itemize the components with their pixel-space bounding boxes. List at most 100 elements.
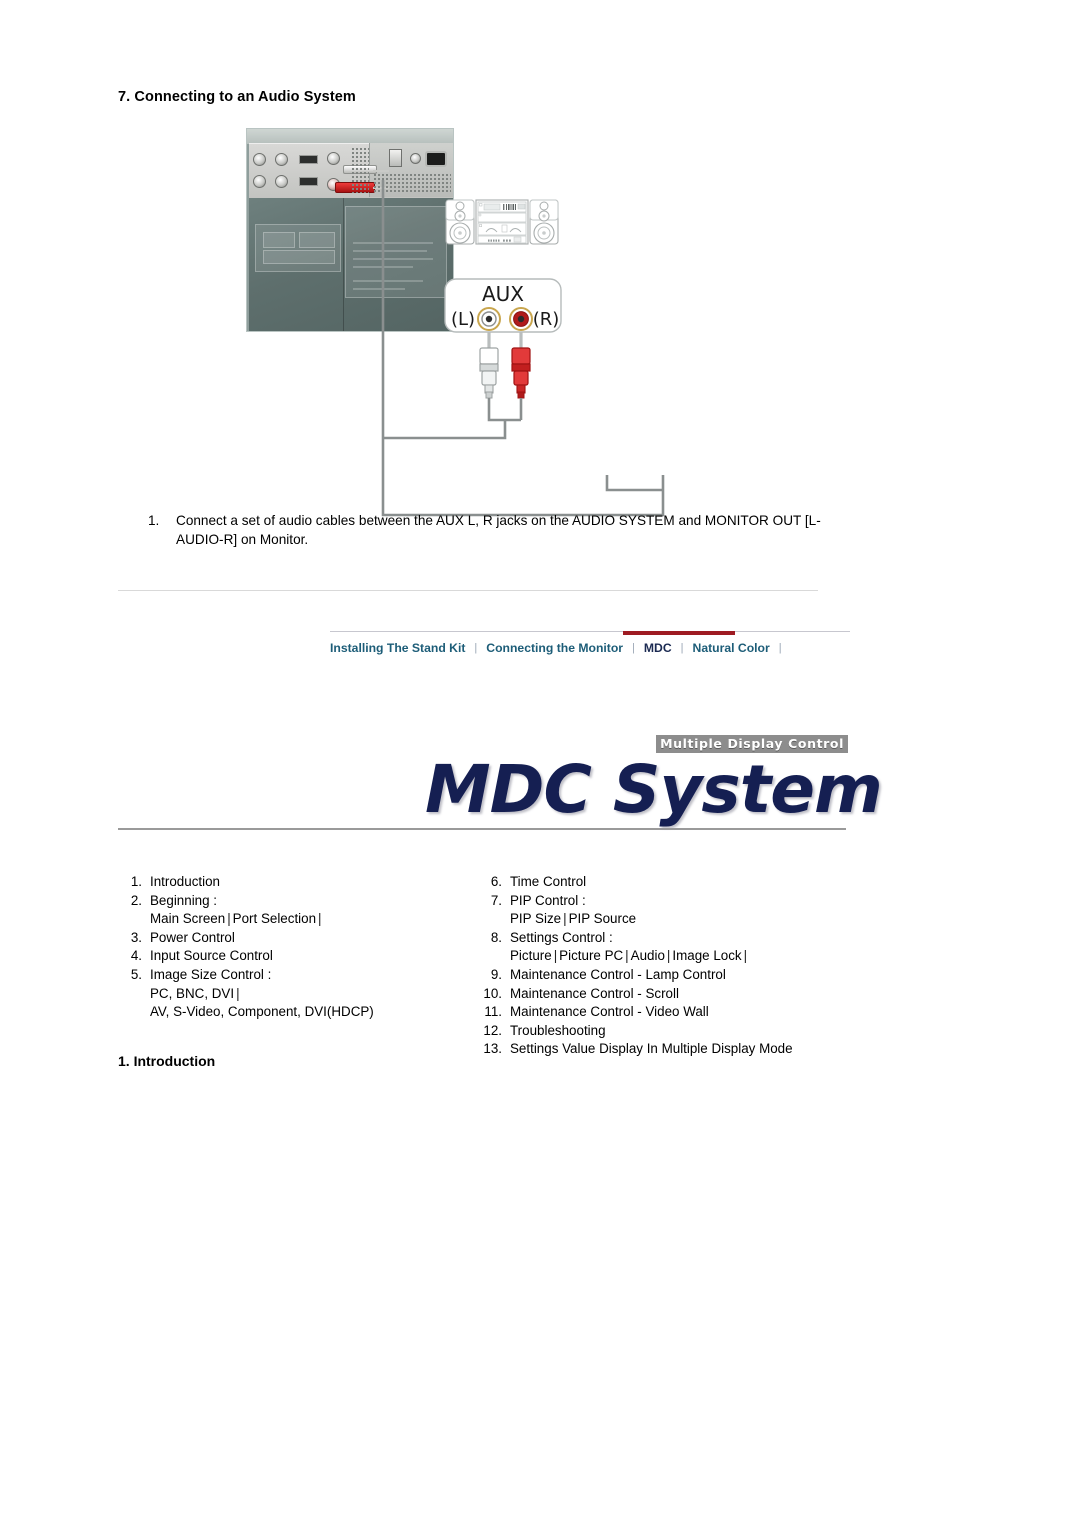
svg-text:AUX: AUX xyxy=(482,282,524,306)
toc-link-main-screen[interactable]: Main Screen xyxy=(150,911,225,926)
photo-jack xyxy=(275,175,288,188)
toc-sublinks: PC, BNC, DVI | xyxy=(150,985,468,1004)
toc-number: 6. xyxy=(490,874,502,889)
mdc-system-wordmark: MDC System xyxy=(425,751,883,828)
toc-link-picture-pc[interactable]: Picture PC xyxy=(559,948,623,963)
tab-installing-the-stand-kit[interactable]: Installing The Stand Kit xyxy=(330,641,465,655)
toc-item: 5. Image Size Control : PC, BNC, DVI | AV, S… xyxy=(118,966,468,1022)
svg-text:(R): (R) xyxy=(533,309,560,330)
photo-label xyxy=(299,232,335,248)
toc-column-left: 1. Introduction 2. Beginning : Main Screen | P… xyxy=(118,873,468,1022)
photo-slot xyxy=(299,155,318,164)
toc-item: 11. Maintenance Control - Video Wall xyxy=(478,1003,878,1022)
toc-pipe: | xyxy=(743,948,748,964)
toc-link-settings-control: Settings Control : xyxy=(510,929,613,945)
tab-list: Installing The Stand Kit | Connecting the … xyxy=(330,641,791,655)
toc-link-input-source-control[interactable]: Input Source Control xyxy=(150,948,273,963)
toc-link-troubleshooting[interactable]: Troubleshooting xyxy=(510,1023,606,1038)
stereo-system-graphic xyxy=(445,199,559,245)
toc-link-image-lock[interactable]: Image Lock xyxy=(672,948,741,963)
toc-number: 10. xyxy=(483,985,502,1001)
toc-number: 2. xyxy=(130,892,142,908)
tab-separator: | xyxy=(632,642,635,654)
tab-separator: | xyxy=(680,642,684,654)
active-tab-indicator xyxy=(623,631,735,635)
toc-item: 2. Beginning : Main Screen | Port Selection | xyxy=(118,892,468,929)
tab-mdc[interactable]: MDC xyxy=(644,641,672,655)
photo-jack xyxy=(275,153,288,166)
toc-link-port-selection[interactable]: Port Selection xyxy=(233,911,316,926)
step-text: Connect a set of audio cables between th… xyxy=(176,513,821,547)
toc-link-settings-value-display-in-multiple-display-mode[interactable]: Settings Value Display In Multiple Displ… xyxy=(510,1041,793,1056)
tab-navigation: Installing The Stand Kit | Connecting the … xyxy=(330,631,850,667)
photo-jack xyxy=(410,153,421,164)
photo-label xyxy=(263,232,295,248)
photo-cable-lead xyxy=(373,170,389,172)
photo-label xyxy=(263,250,335,264)
toc-column-right: 6. Time Control 7. PIP Control : PIP Size | PI… xyxy=(478,873,878,1059)
toc-number: 1. xyxy=(130,874,142,889)
logo-divider xyxy=(118,828,846,830)
photo-background-top xyxy=(247,129,453,144)
toc-number: 12. xyxy=(483,1022,502,1038)
toc-pipe: | xyxy=(227,911,231,927)
toc-link-av-s-video-component-dvi-hdcp[interactable]: AV, S-Video, Component, DVI(HDCP) xyxy=(150,1004,374,1019)
photo-power-switch xyxy=(389,149,402,167)
toc-number: 8. xyxy=(490,929,502,945)
aux-jack-panel: AUX (L) (R) xyxy=(444,278,562,333)
rca-plug-white xyxy=(479,347,499,399)
toc-pipe: | xyxy=(318,911,322,927)
toc-number: 5. xyxy=(130,966,142,982)
mdc-system-logo: Multiple Display Control MDC System xyxy=(425,735,883,828)
toc-number: 3. xyxy=(130,929,142,945)
svg-text:(L): (L) xyxy=(451,309,475,330)
toc-number: 13. xyxy=(483,1041,502,1057)
toc-item: 12. Troubleshooting xyxy=(478,1022,878,1041)
toc-item: 13. Settings Value Display In Multiple Di… xyxy=(478,1040,878,1059)
toc-item: 10. Maintenance Control - Scroll xyxy=(478,985,878,1004)
toc-link-pip-source[interactable]: PIP Source xyxy=(569,911,637,926)
toc-link-power-control[interactable]: Power Control xyxy=(150,930,235,945)
tabbar-top-rule xyxy=(330,631,850,632)
toc-sublinks: Main Screen | Port Selection | xyxy=(150,910,468,929)
step-number: 1. xyxy=(148,513,160,528)
toc-link-audio[interactable]: Audio xyxy=(631,948,665,963)
toc-pipe: | xyxy=(236,985,240,1001)
introduction-heading: 1. Introduction xyxy=(118,1053,216,1069)
tab-connecting-the-monitor[interactable]: Connecting the Monitor xyxy=(486,641,623,655)
photo-slot xyxy=(299,177,318,186)
rca-plug-red xyxy=(511,347,531,399)
instruction-step: 1. Connect a set of audio cables between… xyxy=(148,511,848,549)
toc-link-time-control[interactable]: Time Control xyxy=(510,874,586,889)
photo-ac-inlet xyxy=(425,151,447,167)
toc-item: 8. Settings Control : Picture | Picture PC | A… xyxy=(478,929,878,966)
toc-link-maintenance-control-lamp-control[interactable]: Maintenance Control - Lamp Control xyxy=(510,967,726,982)
toc-link-beginning: Beginning : xyxy=(150,892,218,908)
toc-link-picture[interactable]: Picture xyxy=(510,948,552,963)
toc-link-introduction[interactable]: Introduction xyxy=(150,874,220,889)
audio-connection-diagram: AUX (L) (R) xyxy=(370,180,720,520)
page-title: 7. Connecting to an Audio System xyxy=(118,89,356,105)
toc-number: 7. xyxy=(490,892,502,908)
toc-sublinks: Picture | Picture PC | Audio | Image Lock | xyxy=(510,947,878,966)
toc-link-pc-bnc-dvi[interactable]: PC, BNC, DVI xyxy=(150,986,234,1001)
toc-link-image-size-control: Image Size Control : xyxy=(150,966,272,982)
tab-separator: | xyxy=(778,642,782,654)
toc-pipe: | xyxy=(625,948,629,964)
photo-vents xyxy=(351,147,369,193)
toc-item: 4. Input Source Control xyxy=(118,947,468,966)
toc-link-pip-size[interactable]: PIP Size xyxy=(510,911,561,926)
toc-item: 6. Time Control xyxy=(478,873,878,892)
toc-pipe: | xyxy=(563,911,567,927)
toc-item: 7. PIP Control : PIP Size | PIP Source xyxy=(478,892,878,929)
toc-item: 3. Power Control xyxy=(118,929,468,948)
toc-sublinks: AV, S-Video, Component, DVI(HDCP) xyxy=(150,1003,468,1022)
toc-sublinks: PIP Size | PIP Source xyxy=(510,910,878,929)
toc-link-maintenance-control-scroll[interactable]: Maintenance Control - Scroll xyxy=(510,986,679,1001)
section-divider xyxy=(118,590,818,591)
tab-natural-color[interactable]: Natural Color xyxy=(693,641,770,655)
toc-number: 4. xyxy=(130,948,142,964)
toc-item: 9. Maintenance Control - Lamp Control xyxy=(478,966,878,985)
toc-item: 1. Introduction xyxy=(118,873,468,892)
toc-link-maintenance-control-video-wall[interactable]: Maintenance Control - Video Wall xyxy=(510,1004,709,1019)
